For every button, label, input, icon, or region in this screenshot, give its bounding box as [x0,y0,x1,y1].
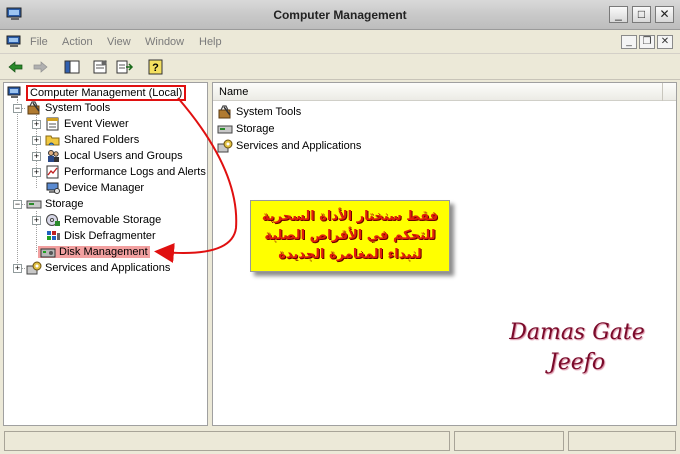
help-icon[interactable]: ? [146,58,166,76]
tree-label: Local Users and Groups [64,150,183,163]
tree-item-performance[interactable]: Performance Logs and Alerts [45,164,206,180]
export-list-icon[interactable] [114,58,134,76]
list-item-label: Storage [236,123,275,135]
device-manager-icon [46,182,60,195]
console-tree[interactable]: Computer Management (Local) − System Too… [3,82,208,426]
window-title: Computer Management [273,8,407,22]
menu-bar: File Action View Window Help _ ❐ ✕ [0,31,680,54]
storage-icon [26,200,42,209]
tree-label: System Tools [45,102,111,115]
show-hide-tree-icon[interactable] [62,58,82,76]
status-cell-2 [454,431,564,451]
event-viewer-icon [46,117,59,131]
expander-storage[interactable]: − [13,200,22,209]
list-item[interactable]: Services and Applications [217,138,361,154]
menu-file[interactable]: File [30,36,48,48]
title-bar[interactable]: Computer Management _ □ ✕ [0,0,680,30]
menu-help[interactable]: Help [199,36,222,48]
storage-icon [217,125,233,134]
status-cell-main [4,431,450,451]
watermark-line-1: Damas Gate [509,320,645,345]
expander-event-viewer[interactable]: + [32,120,41,129]
tree-item-removable-storage[interactable]: Removable Storage [45,212,161,228]
list-item[interactable]: Storage [217,121,275,137]
tree-item-disk-management[interactable]: Disk Management [38,244,150,260]
menu-view[interactable]: View [107,36,131,48]
system-menu-icon[interactable] [6,35,22,49]
shared-folders-icon [45,135,60,146]
column-header: Name [213,83,676,101]
expander-shared-folders[interactable]: + [32,136,41,145]
properties-icon[interactable] [90,58,110,76]
list-item[interactable]: System Tools [217,104,301,120]
close-button[interactable]: ✕ [655,6,674,23]
tree-item-disk-defragmenter[interactable]: Disk Defragmenter [45,228,156,244]
tree-root-label: Computer Management (Local) [26,85,187,102]
column-name-header[interactable]: Name [213,83,663,101]
maximize-button[interactable]: □ [632,6,651,23]
tree-label: Disk Management [59,246,148,259]
disk-management-highlight: Disk Management [38,246,150,258]
disk-management-icon [40,248,56,258]
tree-item-device-manager[interactable]: Device Manager [45,180,144,196]
tree-label: Disk Defragmenter [64,230,156,243]
tree-item-local-users[interactable]: Local Users and Groups [45,148,183,164]
callout-line-2: للتحكم في الأقراص الصلبة [264,228,436,243]
callout-line-3: لنبداء المغامرة الجديدة [278,247,422,262]
mdi-restore-button[interactable]: ❐ [639,35,655,49]
tree-item-shared-folders[interactable]: Shared Folders [45,132,139,148]
tree-item-event-viewer[interactable]: Event Viewer [45,116,129,132]
annotation-callout: فقط سنختار الأداة السحرية للتحكم في الأق… [250,200,450,272]
expander-system-tools[interactable]: − [13,104,22,113]
status-bar [0,428,680,454]
computer-icon [7,86,21,99]
tree-label: Device Manager [64,182,145,195]
toolbar: ? [0,55,680,80]
forward-arrow-icon[interactable] [30,58,50,76]
status-cell-3 [568,431,676,451]
tree-item-system-tools[interactable]: System Tools [26,100,110,116]
users-icon [48,150,59,163]
tree-label: Removable Storage [64,214,162,227]
mdi-close-button[interactable]: ✕ [657,35,673,49]
expander-performance[interactable]: + [32,168,41,177]
watermark: Damas Gate Jeefo [492,318,662,378]
defrag-icon [47,231,60,241]
tree-item-root[interactable]: Computer Management (Local) [7,85,187,102]
menu-window[interactable]: Window [145,36,184,48]
removable-storage-icon [46,214,60,227]
services-icon [217,139,233,153]
tools-icon [218,105,231,119]
tree-label: Performance Logs and Alerts [64,166,206,179]
tools-icon [27,101,40,115]
mdi-minimize-button[interactable]: _ [621,35,637,49]
tree-label: Shared Folders [64,134,140,147]
services-icon [26,261,42,275]
menu-action[interactable]: Action [62,36,93,48]
expander-local-users[interactable]: + [32,152,41,161]
tree-label: Event Viewer [64,118,129,131]
callout-line-1: فقط سنختار الأداة السحرية [261,209,439,224]
tree-label: Storage [45,198,84,211]
minimize-button[interactable]: _ [609,6,628,23]
performance-icon [46,165,59,179]
svg-text:?: ? [152,62,159,74]
tree-label: Services and Applications [45,262,171,275]
back-arrow-icon[interactable] [6,58,26,76]
list-item-label: Services and Applications [236,140,362,152]
tree-item-services[interactable]: Services and Applications [26,260,170,276]
tree-item-storage[interactable]: Storage [26,196,84,212]
watermark-line-2: Jeefo [548,350,606,375]
list-item-label: System Tools [236,106,302,118]
expander-removable-storage[interactable]: + [32,216,41,225]
expander-services[interactable]: + [13,264,22,273]
